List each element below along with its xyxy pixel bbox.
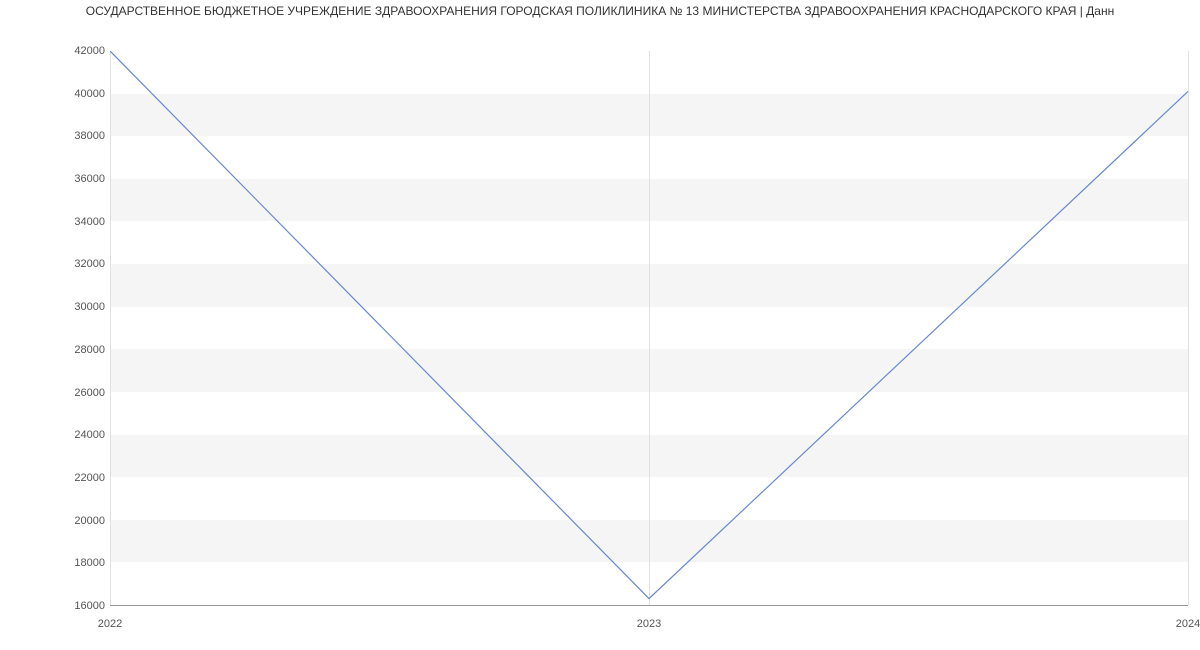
x-tick-label: 2024	[1176, 618, 1200, 630]
y-tick-label: 28000	[45, 344, 105, 356]
y-tick-label: 34000	[45, 216, 105, 228]
y-tick-label: 32000	[45, 258, 105, 270]
chart-container: 16000 18000 20000 22000 24000 26000 28000 30000…	[0, 26, 1200, 636]
x-tick-label: 2022	[98, 618, 122, 630]
y-tick-label: 26000	[45, 387, 105, 399]
y-tick-label: 18000	[45, 557, 105, 569]
x-gridline	[1188, 51, 1189, 605]
chart-title: ОСУДАРСТВЕННОЕ БЮДЖЕТНОЕ УЧРЕЖДЕНИЕ ЗДРА…	[0, 0, 1200, 26]
y-tick-label: 40000	[45, 88, 105, 100]
y-tick-label: 30000	[45, 301, 105, 313]
y-tick-label: 24000	[45, 429, 105, 441]
y-tick-label: 22000	[45, 472, 105, 484]
y-tick-label: 16000	[45, 600, 105, 612]
y-tick-label: 38000	[45, 130, 105, 142]
y-tick-label: 36000	[45, 173, 105, 185]
x-tick-label: 2023	[637, 618, 661, 630]
x-gridline	[649, 51, 650, 605]
x-gridline	[110, 51, 111, 605]
y-tick-label: 42000	[45, 45, 105, 57]
y-tick-label: 20000	[45, 515, 105, 527]
plot-area[interactable]	[110, 51, 1188, 606]
